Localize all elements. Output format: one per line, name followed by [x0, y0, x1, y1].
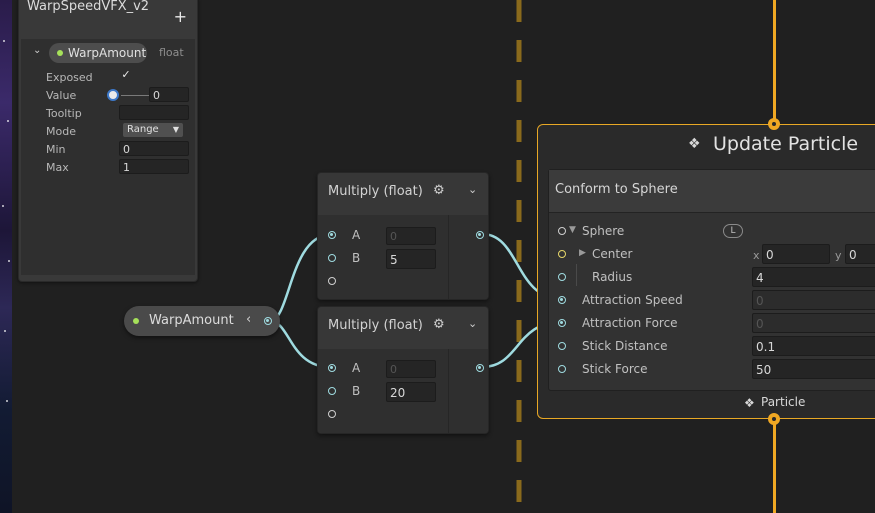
input-b-label: B: [352, 251, 361, 265]
flow-line-bottom: [773, 420, 776, 513]
center-label: Center: [592, 247, 633, 261]
sphere-port[interactable]: [558, 227, 566, 235]
radius-label: Radius: [592, 270, 633, 284]
chevron-left-icon[interactable]: ‹: [246, 312, 251, 327]
center-x-field[interactable]: 0: [762, 244, 830, 264]
attraction-speed-field[interactable]: 0: [752, 290, 875, 310]
input-b-field[interactable]: 5: [386, 249, 436, 269]
gear-icon[interactable]: ⚙: [433, 183, 445, 198]
radius-field[interactable]: 4: [752, 267, 875, 287]
add-input-port[interactable]: [328, 410, 336, 418]
output-port[interactable]: [476, 231, 484, 239]
chevron-down-icon[interactable]: ⌄: [33, 45, 41, 56]
blackboard-property-section: ⌄ WarpAmount float Exposed ✓ Value 0 Too…: [21, 39, 195, 275]
attraction-force-label: Attraction Force: [582, 316, 678, 330]
chevron-down-icon[interactable]: ⌄: [468, 183, 477, 196]
stick-force-field[interactable]: 50: [752, 359, 875, 379]
space-badge[interactable]: L: [723, 224, 743, 238]
nest-guide: [576, 264, 577, 286]
min-field[interactable]: 0: [119, 141, 189, 156]
input-a-field[interactable]: 0: [386, 360, 436, 378]
block-title: Conform to Sphere: [555, 182, 678, 197]
input-port-a[interactable]: [328, 231, 336, 239]
tooltip-field[interactable]: [119, 105, 189, 120]
radius-port[interactable]: [558, 273, 566, 281]
max-label: Max: [46, 161, 69, 174]
value-slider-handle[interactable]: [107, 89, 119, 101]
flow-line-top: [773, 0, 776, 122]
sphere-label: Sphere: [582, 224, 625, 238]
output-port[interactable]: [264, 317, 272, 325]
tooltip-label: Tooltip: [46, 107, 82, 120]
exposed-dot-icon: [133, 318, 139, 324]
exposed-dot-icon: [57, 50, 63, 56]
input-a-label: A: [352, 361, 361, 375]
output-port[interactable]: [476, 364, 484, 372]
flow-output-port[interactable]: [768, 413, 780, 425]
context-footer-label: Particle: [761, 395, 806, 409]
io-divider: [448, 349, 449, 433]
x-label: x: [753, 249, 760, 262]
stick-force-port[interactable]: [558, 365, 566, 373]
max-field[interactable]: 1: [119, 159, 189, 174]
particle-system-icon: ❖: [744, 396, 755, 410]
blackboard-title: WarpSpeedVFX_v2: [27, 0, 150, 14]
io-divider: [448, 215, 449, 299]
warp-amount-node[interactable]: WarpAmount ‹: [124, 306, 280, 336]
add-input-port[interactable]: [328, 277, 336, 285]
mode-dropdown[interactable]: Range ▼: [123, 123, 183, 137]
property-pill[interactable]: WarpAmount: [49, 43, 147, 63]
attraction-force-field[interactable]: 0: [752, 313, 875, 333]
mode-label: Mode: [46, 125, 76, 138]
input-a-label: A: [352, 228, 361, 242]
block-header[interactable]: Conform to Sphere: [549, 170, 875, 213]
dropdown-arrow-icon: ▼: [172, 125, 179, 134]
flow-input-port[interactable]: [768, 118, 780, 130]
warp-amount-label: WarpAmount: [149, 313, 234, 328]
input-b-field[interactable]: 20: [386, 382, 436, 402]
value-field[interactable]: 0: [149, 87, 189, 102]
input-b-label: B: [352, 384, 361, 398]
attraction-speed-label: Attraction Speed: [582, 293, 683, 307]
property-name: WarpAmount: [68, 46, 147, 60]
conform-to-sphere-block[interactable]: Conform to Sphere ▼ Sphere L ▶ Center x …: [548, 169, 875, 391]
gear-icon[interactable]: ⚙: [433, 317, 445, 332]
chevron-down-icon[interactable]: ⌄: [468, 317, 477, 330]
min-label: Min: [46, 143, 66, 156]
value-label: Value: [46, 89, 77, 102]
stick-distance-label: Stick Distance: [582, 339, 668, 353]
attraction-force-port[interactable]: [558, 319, 566, 327]
stick-distance-field[interactable]: 0.1: [752, 336, 875, 356]
center-port[interactable]: [558, 250, 566, 258]
center-y-field[interactable]: 0: [845, 244, 875, 264]
blackboard-panel: WarpSpeedVFX_v2 + ⌄ WarpAmount float Exp…: [18, 0, 198, 282]
plus-icon[interactable]: +: [174, 7, 187, 26]
exposed-checkbox[interactable]: ✓: [119, 68, 133, 82]
value-slider-track[interactable]: [121, 95, 151, 96]
expand-arrow-icon[interactable]: ▼: [569, 225, 576, 235]
node-title: Multiply (float): [328, 184, 423, 199]
stick-force-label: Stick Force: [582, 362, 648, 376]
input-a-field[interactable]: 0: [386, 227, 436, 245]
multiply-node-1[interactable]: Multiply (float) ⚙ ⌄ A 0 B 5: [317, 172, 489, 300]
input-port-a[interactable]: [328, 364, 336, 372]
stick-distance-port[interactable]: [558, 342, 566, 350]
property-type: float: [159, 46, 184, 59]
update-particle-context[interactable]: ❖ Update Particle Conform to Sphere ▼ Sp…: [537, 124, 875, 419]
multiply-node-2[interactable]: Multiply (float) ⚙ ⌄ A 0 B 20: [317, 306, 489, 434]
node-title: Multiply (float): [328, 318, 423, 333]
mode-value: Range: [127, 124, 159, 135]
attraction-speed-port[interactable]: [558, 296, 566, 304]
particle-system-icon: ❖: [688, 136, 701, 152]
y-label: y: [835, 249, 842, 262]
exposed-label: Exposed: [46, 71, 93, 84]
input-port-b[interactable]: [328, 254, 336, 262]
expand-right-icon[interactable]: ▶: [579, 248, 586, 258]
input-port-b[interactable]: [328, 387, 336, 395]
context-title: Update Particle: [713, 133, 859, 155]
